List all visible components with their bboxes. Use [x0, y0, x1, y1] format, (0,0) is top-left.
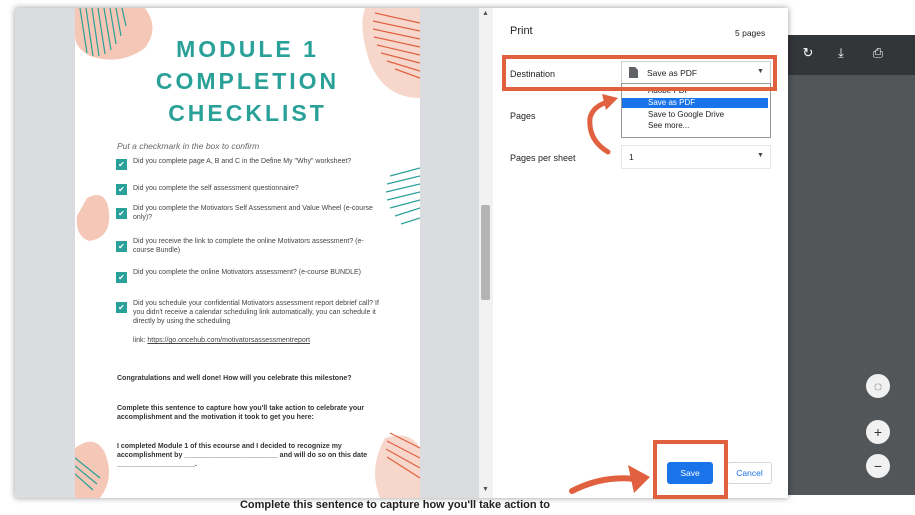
checklist-item-link-line: link: https://go.oncehub.com/motivatorsa…: [133, 336, 383, 345]
scroll-up-icon[interactable]: ▲: [482, 10, 489, 17]
action-paragraph: Complete this sentence to capture how yo…: [117, 405, 365, 421]
dropdown-option-see-more[interactable]: See more...: [622, 121, 768, 131]
doc-title-line-3: CHECKLIST: [168, 100, 327, 126]
chevron-down-icon: ▼: [757, 152, 764, 159]
checklist-item: Did you receive the link to complete the…: [133, 238, 364, 254]
checkmark-icon: ✔: [116, 241, 127, 252]
pages-label: Pages: [510, 111, 536, 121]
checklist-item: Did you complete the Motivators Self Ass…: [133, 205, 373, 221]
checklist-item: Did you complete the self assessment que…: [133, 185, 299, 192]
preview-page: MODULE 1 COMPLETION CHECKLIST Put a chec…: [75, 8, 420, 498]
dropdown-option-save-as-pdf[interactable]: Save as PDF: [622, 98, 768, 108]
congrats-paragraph: Congratulations and well done! How will …: [117, 375, 352, 382]
checklist-item: Did you complete page A, B and C in the …: [133, 158, 352, 165]
checkmark-icon: ✔: [116, 208, 127, 219]
scroll-down-icon[interactable]: ▼: [482, 486, 489, 493]
pages-per-sheet-select[interactable]: 1 ▼: [621, 145, 771, 169]
cancel-button[interactable]: Cancel: [727, 462, 772, 484]
background-page-text: Complete this sentence to capture how yo…: [239, 499, 551, 511]
doc-title-line-2: COMPLETION: [155, 68, 340, 94]
right-arrow-icon: [569, 465, 650, 494]
scheduling-link[interactable]: https://go.oncehub.com/motivatorsassessm…: [147, 337, 310, 344]
zoom-out-icon[interactable]: −: [866, 454, 890, 478]
print-title: Print: [510, 25, 533, 37]
curved-arrow-icon: [587, 94, 618, 155]
print-icon[interactable]: ⎙: [867, 42, 889, 64]
checklist-item: Did you complete the online Motivators a…: [133, 269, 361, 276]
preview-scrollbar-thumb[interactable]: [481, 205, 490, 300]
rotate-icon[interactable]: ↻: [797, 42, 819, 64]
link-prefix: link:: [133, 337, 148, 344]
fit-page-icon[interactable]: ◌: [866, 374, 890, 398]
page-count: 5 pages: [735, 28, 766, 38]
checkmark-icon: ✔: [116, 302, 127, 313]
doc-prompt: Put a checkmark in the box to confirm: [117, 141, 260, 151]
checkmark-icon: ✔: [116, 159, 127, 170]
checklist-item: Did you schedule your confidential Motiv…: [133, 300, 379, 325]
destination-dropdown-list: Adobe PDF Save as PDF Save to Google Dri…: [621, 83, 771, 138]
checkmark-icon: ✔: [116, 272, 127, 283]
dropdown-option-google-drive[interactable]: Save to Google Drive: [622, 110, 768, 120]
destination-highlight-box: [502, 55, 777, 91]
zoom-in-icon[interactable]: +: [866, 420, 890, 444]
checkmark-icon: ✔: [116, 184, 127, 195]
doc-title-line-1: MODULE 1: [176, 36, 319, 62]
download-icon[interactable]: ⤓: [830, 42, 852, 64]
save-highlight-box: [653, 440, 728, 499]
completion-paragraph: I completed Module 1 of this ecourse and…: [117, 443, 368, 468]
